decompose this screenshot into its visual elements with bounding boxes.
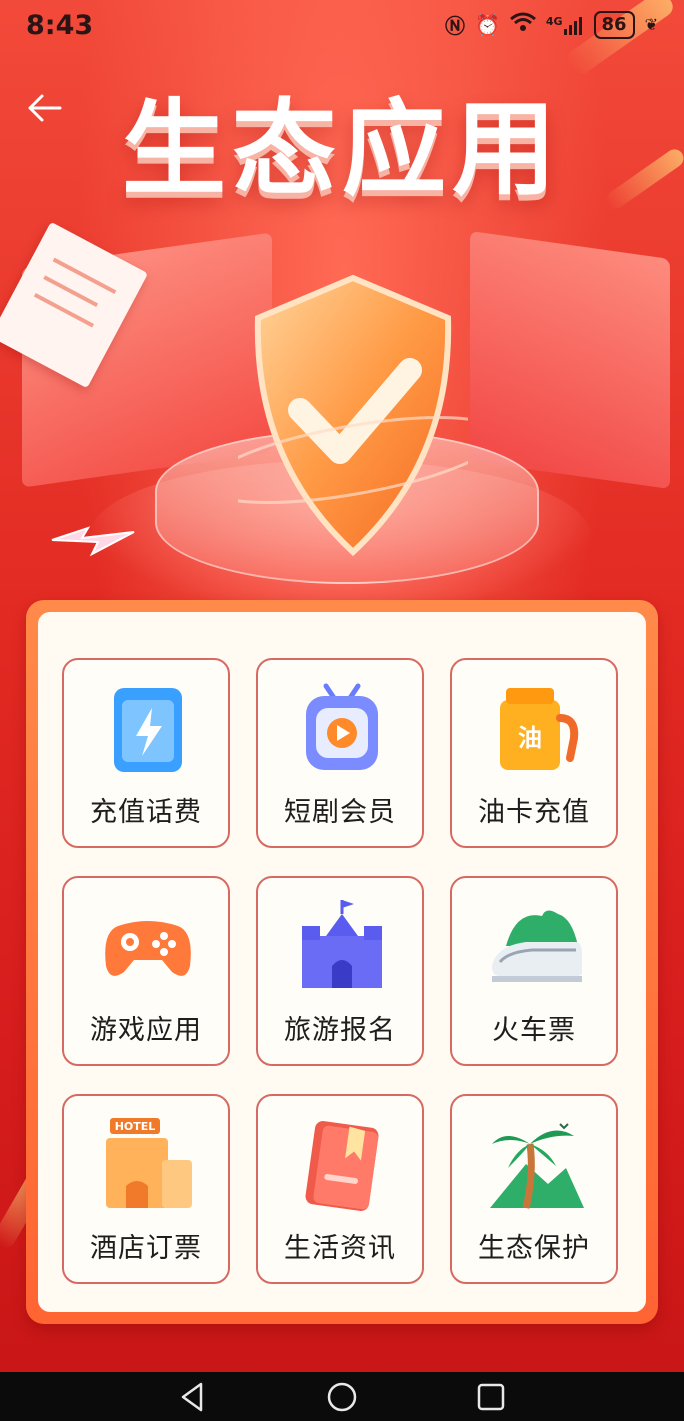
app-label: 生态保护 bbox=[478, 1233, 590, 1264]
network-type: 4G bbox=[545, 14, 563, 28]
book-icon bbox=[305, 1120, 379, 1212]
alarm-icon: ⏰ bbox=[474, 12, 500, 37]
app-tile-fuel-card[interactable]: 油 油卡充值 bbox=[450, 658, 618, 848]
phone-recharge-icon bbox=[114, 688, 182, 772]
hotel-sign: HOTEL bbox=[115, 1120, 156, 1133]
app-tile-life-news[interactable]: 生活资讯 bbox=[256, 1094, 424, 1284]
system-nav-bar bbox=[0, 1372, 684, 1421]
shield-check-icon bbox=[238, 274, 468, 557]
back-triangle-icon[interactable] bbox=[175, 1380, 209, 1414]
app-label: 充值话费 bbox=[90, 797, 202, 828]
app-label: 短剧会员 bbox=[284, 797, 396, 828]
hotel-icon: HOTEL bbox=[106, 1118, 192, 1208]
app-grid: 充值话费 短剧会员 油 油卡充值 游戏应用 旅游报名 火车票 HOTEL 酒店订… bbox=[38, 612, 646, 1312]
app-tile-travel[interactable]: 旅游报名 bbox=[256, 876, 424, 1066]
recents-square-icon[interactable] bbox=[474, 1380, 508, 1414]
app-label: 酒店订票 bbox=[90, 1233, 202, 1264]
tv-play-icon bbox=[306, 683, 378, 770]
app-label: 火车票 bbox=[492, 1015, 576, 1046]
status-icons: Ⓝ ⏰ 4G 86 ❦ bbox=[445, 10, 658, 39]
palm-tree-icon bbox=[490, 1123, 584, 1209]
lightning-icon bbox=[51, 526, 135, 557]
signal-icon: 4G bbox=[546, 15, 584, 35]
status-bar: 8:43 Ⓝ ⏰ 4G 86 ❦ bbox=[0, 0, 684, 50]
wifi-icon bbox=[509, 12, 536, 37]
app-tile-eco-protection[interactable]: 生态保护 bbox=[450, 1094, 618, 1284]
app-label: 游戏应用 bbox=[90, 1015, 202, 1046]
app-label: 旅游报名 bbox=[284, 1015, 396, 1046]
app-label: 油卡充值 bbox=[478, 797, 590, 828]
status-time: 8:43 bbox=[26, 10, 94, 41]
app-tile-train-ticket[interactable]: 火车票 bbox=[450, 876, 618, 1066]
app-tile-games[interactable]: 游戏应用 bbox=[62, 876, 230, 1066]
home-circle-icon[interactable] bbox=[325, 1380, 359, 1414]
page-title: 生态应用 bbox=[121, 88, 562, 210]
train-icon bbox=[492, 910, 582, 982]
fuel-can-icon: 油 bbox=[500, 688, 579, 770]
decor-panel-right bbox=[470, 230, 670, 490]
app-label: 生活资讯 bbox=[284, 1233, 396, 1264]
gamepad-icon bbox=[105, 921, 191, 976]
fuel-char: 油 bbox=[518, 724, 542, 752]
app-tile-phone-recharge[interactable]: 充值话费 bbox=[62, 658, 230, 848]
app-tile-short-drama[interactable]: 短剧会员 bbox=[256, 658, 424, 848]
app-tile-hotel[interactable]: HOTEL 酒店订票 bbox=[62, 1094, 230, 1284]
leaf-icon: ❦ bbox=[644, 15, 658, 34]
battery-icon: 86 bbox=[593, 10, 635, 39]
castle-icon bbox=[302, 900, 382, 988]
nfc-icon: Ⓝ bbox=[444, 14, 465, 38]
